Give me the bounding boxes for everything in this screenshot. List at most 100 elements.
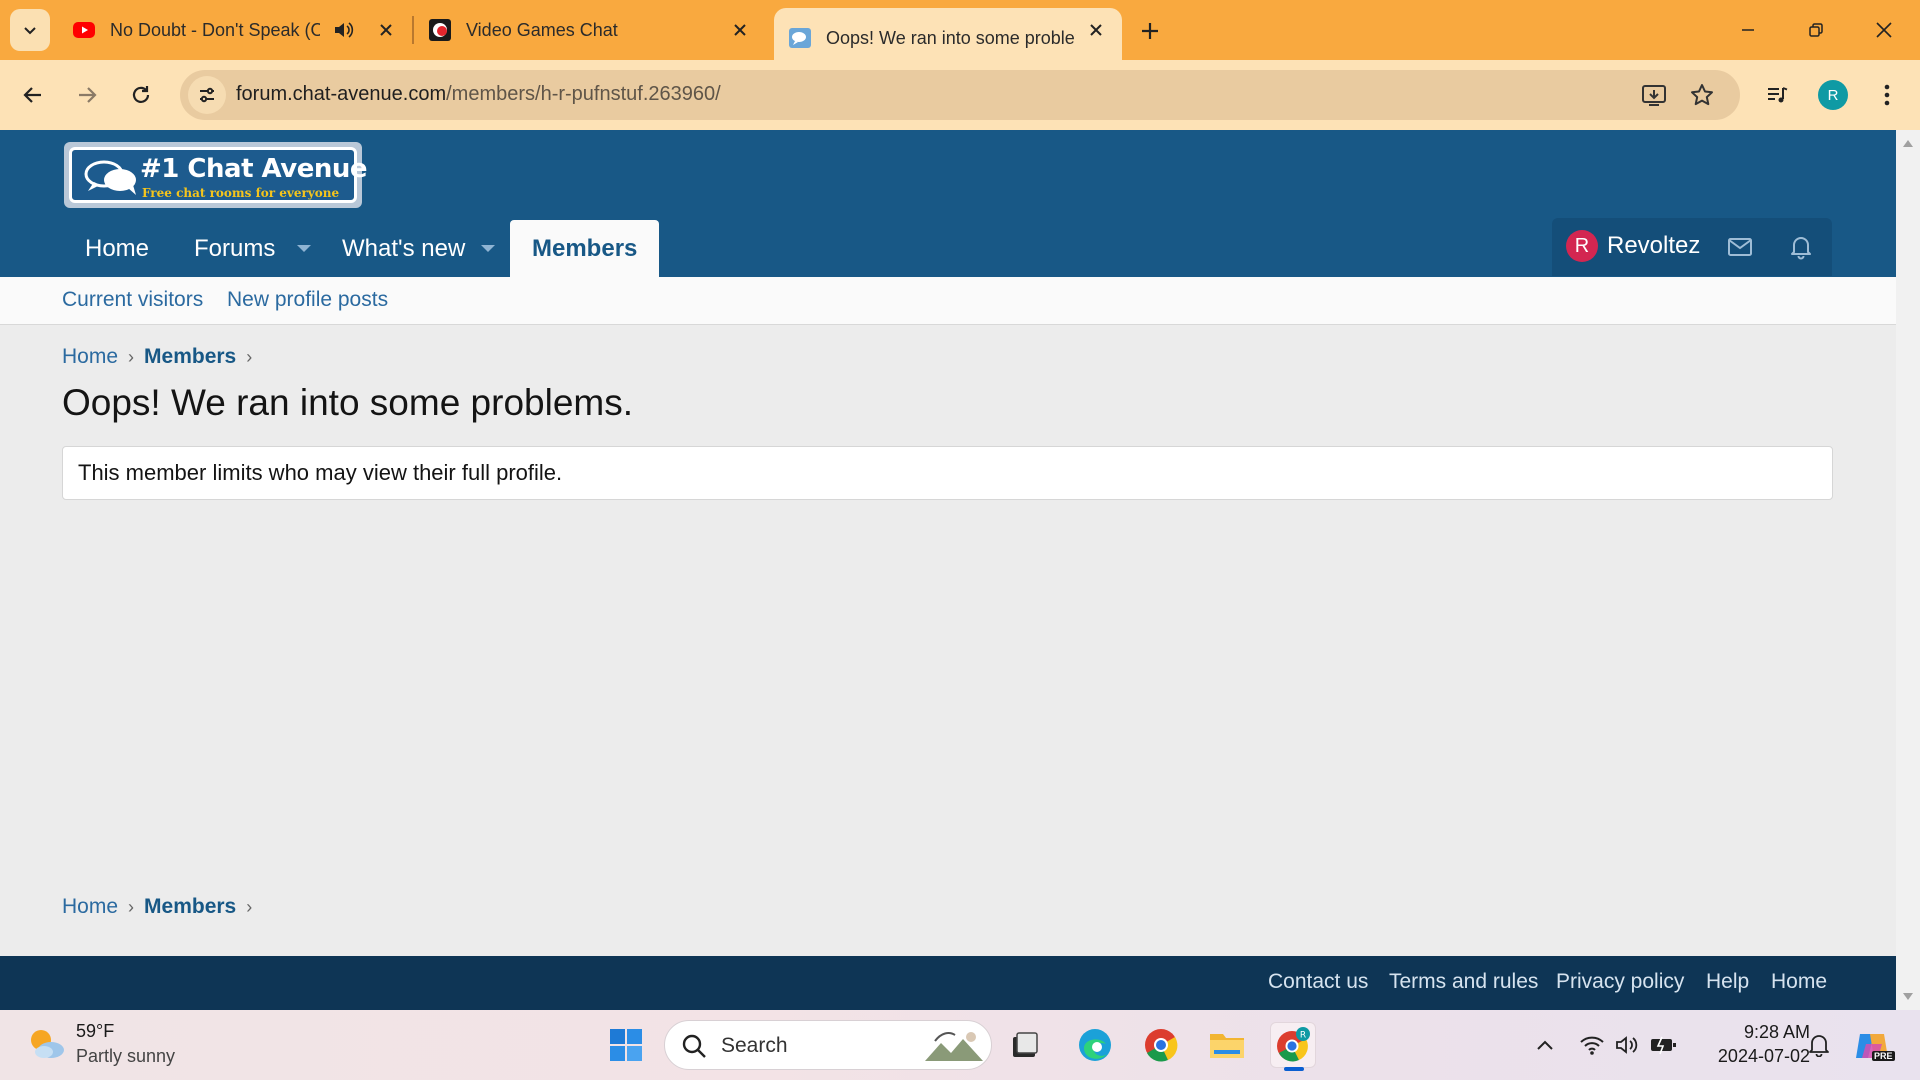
logo-subtitle: Free chat rooms for everyone — [142, 186, 340, 200]
svg-text:R: R — [1300, 1031, 1306, 1041]
restore-button[interactable] — [1782, 0, 1850, 60]
tab-title: No Doubt - Don't Speak (Official — [110, 19, 320, 40]
forward-button[interactable] — [66, 74, 108, 116]
url-domain: forum.chat-avenue.com — [236, 83, 447, 105]
windows-taskbar: 59°F Partly sunny Search R 9:28 AM 2024-… — [0, 1010, 1920, 1080]
nav-home[interactable]: Home — [85, 220, 149, 277]
start-button[interactable] — [603, 1022, 649, 1068]
file-explorer-app[interactable] — [1204, 1022, 1250, 1068]
scroll-up-arrow-icon[interactable] — [1903, 140, 1913, 147]
notepad-app-icon — [1013, 1032, 1038, 1057]
user-name-link[interactable]: Revoltez — [1607, 232, 1700, 260]
reload-icon — [132, 86, 150, 103]
breadcrumb-members[interactable]: Members — [144, 345, 236, 369]
logo-title: #1 Chat Avenue — [140, 154, 367, 184]
caret-down-icon[interactable] — [297, 245, 312, 252]
media-control-button[interactable] — [1756, 74, 1798, 116]
subnav-new-profile-posts[interactable]: New profile posts — [227, 288, 388, 312]
nav-whats-new[interactable]: What's new — [342, 220, 496, 277]
browser-menu-button[interactable] — [1866, 74, 1908, 116]
nav-members[interactable]: Members — [510, 220, 660, 277]
breadcrumb-home[interactable]: Home — [62, 345, 118, 369]
windows-logo-icon — [610, 1029, 642, 1061]
close-icon — [1876, 22, 1892, 38]
copilot-button[interactable]: PRE — [1850, 1024, 1895, 1068]
arrow-right-icon — [79, 87, 97, 103]
edge-app[interactable] — [1072, 1022, 1118, 1068]
breadcrumb-members[interactable]: Members — [144, 895, 236, 919]
chat-bubbles-icon — [84, 160, 136, 195]
footer-help-link[interactable]: Help — [1706, 970, 1749, 994]
site-footer: Contact us Terms and rules Privacy polic… — [0, 956, 1896, 1010]
breadcrumb-separator: › — [246, 896, 253, 917]
tab-search-button[interactable] — [10, 9, 50, 51]
footer-privacy-link[interactable]: Privacy policy — [1556, 970, 1684, 994]
url-text[interactable]: forum.chat-avenue.com/members/h-r-pufnst… — [236, 83, 721, 106]
nav-home-label: Home — [85, 234, 150, 262]
tab-title: Oops! We ran into some problems. — [826, 27, 1076, 48]
chevron-down-icon — [24, 27, 36, 35]
nav-members-label: Members — [532, 234, 638, 262]
active-app-indicator — [1284, 1067, 1304, 1071]
chrome-browser-icon: R — [1277, 1027, 1310, 1062]
wifi-icon[interactable] — [1577, 1030, 1607, 1060]
system-clock[interactable]: 9:28 AM 2024-07-02 — [1700, 1020, 1810, 1068]
close-tab-icon[interactable] — [374, 18, 398, 42]
error-notice-block: This member limits who may view their fu… — [62, 446, 1833, 500]
site-header: #1 Chat Avenue Free chat rooms for every… — [0, 130, 1896, 277]
nav-whats-new-label: What's new — [342, 234, 466, 262]
footer-contact-link[interactable]: Contact us — [1268, 970, 1368, 994]
browser-tab-youtube[interactable]: No Doubt - Don't Speak (Official — [60, 0, 412, 60]
install-app-icon[interactable] — [1638, 79, 1670, 111]
tune-icon — [200, 87, 214, 103]
chevron-up-icon — [1537, 1040, 1553, 1050]
browser-tab-active[interactable]: Oops! We ran into some problems. — [774, 8, 1122, 68]
subnav-current-visitors[interactable]: Current visitors — [62, 288, 203, 312]
taskbar-search-box[interactable]: Search — [664, 1020, 992, 1070]
notification-bell-icon[interactable] — [1804, 1030, 1834, 1060]
weather-description[interactable]: Partly sunny — [76, 1046, 175, 1067]
error-message: This member limits who may view their fu… — [78, 460, 563, 485]
envelope-icon[interactable] — [1725, 232, 1755, 262]
reload-button[interactable] — [120, 74, 162, 116]
clock-time: 9:28 AM — [1743, 1022, 1810, 1042]
close-tab-icon[interactable] — [728, 18, 752, 42]
breadcrumb-home[interactable]: Home — [62, 895, 118, 919]
user-avatar[interactable]: R — [1566, 230, 1598, 262]
breadcrumb-separator: › — [246, 346, 253, 367]
browser-tab-video-games-chat[interactable]: Video Games Chat — [414, 0, 766, 60]
search-highlight-image-icon — [925, 1032, 983, 1061]
close-tab-icon[interactable] — [1084, 18, 1108, 42]
scroll-down-arrow-icon[interactable] — [1903, 993, 1913, 1000]
chat-avenue-icon — [789, 28, 811, 48]
search-label: Search — [721, 1034, 788, 1057]
weather-temperature[interactable]: 59°F — [76, 1021, 114, 1042]
nav-forums-label: Forums — [194, 234, 276, 262]
site-logo[interactable]: #1 Chat Avenue Free chat rooms for every… — [64, 142, 367, 208]
chrome-profile-app-active[interactable]: R — [1270, 1022, 1316, 1071]
battery-charging-icon[interactable] — [1648, 1030, 1678, 1060]
playlist-music-icon — [1768, 87, 1788, 103]
chrome-app[interactable] — [1138, 1022, 1184, 1068]
browser-profile-avatar[interactable]: R — [1818, 80, 1848, 110]
speaker-icon[interactable] — [332, 19, 354, 41]
bell-icon[interactable] — [1786, 232, 1816, 262]
nav-forums[interactable]: Forums — [194, 220, 312, 277]
bookmark-star-icon[interactable] — [1686, 79, 1718, 111]
show-hidden-icons-button[interactable] — [1530, 1030, 1560, 1060]
site-info-button[interactable] — [188, 76, 226, 114]
close-window-button[interactable] — [1850, 0, 1918, 60]
caret-down-icon[interactable] — [481, 245, 496, 252]
minimize-button[interactable] — [1714, 0, 1782, 60]
partly-sunny-icon[interactable] — [26, 1024, 66, 1064]
footer-home-link[interactable]: Home — [1771, 970, 1827, 994]
footer-terms-link[interactable]: Terms and rules — [1389, 970, 1538, 994]
restore-icon — [1809, 23, 1823, 37]
new-tab-button[interactable] — [1134, 15, 1166, 47]
address-bar[interactable]: forum.chat-avenue.com/members/h-r-pufnst… — [180, 70, 1740, 120]
task-view-app[interactable] — [1002, 1022, 1048, 1068]
back-button[interactable] — [12, 74, 54, 116]
page-scrollbar[interactable] — [1896, 130, 1920, 1010]
browser-toolbar: forum.chat-avenue.com/members/h-r-pufnst… — [0, 60, 1920, 130]
volume-icon[interactable] — [1612, 1030, 1642, 1060]
